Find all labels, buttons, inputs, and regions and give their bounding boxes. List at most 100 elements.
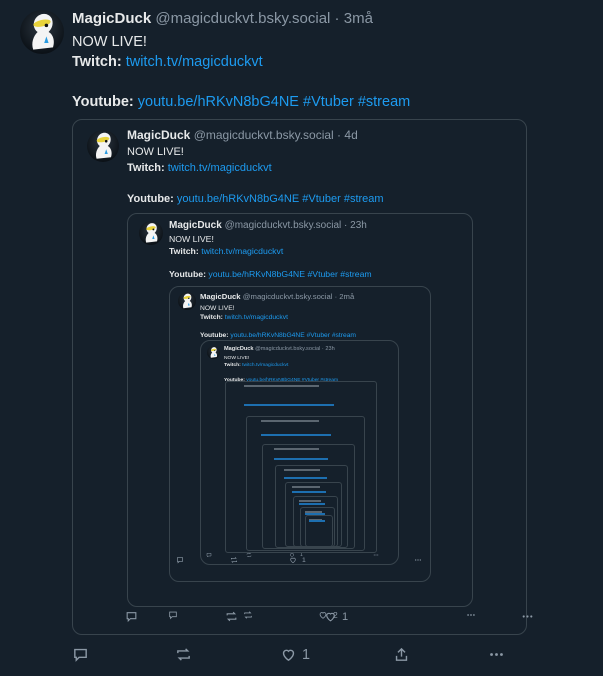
share-button[interactable] bbox=[393, 646, 410, 663]
author-handle[interactable]: @magicduckvt.bsky.social bbox=[155, 10, 330, 27]
more-options-icon bbox=[521, 610, 534, 623]
twitch-link[interactable]: twitch.tv/magicduckvt bbox=[225, 314, 288, 321]
quoted-post-level-4[interactable]: MagicDuck @magicduckvt.bsky.social · 23h… bbox=[200, 340, 399, 565]
duck-avatar-icon[interactable] bbox=[207, 346, 220, 359]
twitch-link[interactable]: twitch.tv/magicduckvt bbox=[201, 246, 283, 256]
nested-quote-link-line bbox=[273, 457, 329, 460]
like-button[interactable]: 1 bbox=[289, 556, 306, 564]
nested-quote-link-line bbox=[299, 503, 326, 506]
reply-icon bbox=[72, 646, 89, 663]
repost-icon bbox=[225, 610, 238, 623]
twitch-link[interactable]: twitch.tv/magicduckvt bbox=[126, 54, 263, 70]
like-button[interactable]: 1 bbox=[324, 610, 348, 623]
reply-button[interactable] bbox=[125, 610, 138, 623]
reply-button[interactable] bbox=[176, 556, 184, 564]
author-name[interactable]: MagicDuck bbox=[127, 128, 190, 142]
quoted-post-level-3[interactable]: MagicDuck @magicduckvt.bsky.social · 2må… bbox=[169, 286, 431, 582]
post-time[interactable]: 3må bbox=[344, 10, 373, 27]
reply-icon bbox=[125, 610, 138, 623]
hashtags[interactable]: #Vtuber #stream bbox=[307, 269, 371, 279]
twitch-line: Twitch: twitch.tv/magicduckvt bbox=[72, 52, 410, 72]
more-button[interactable] bbox=[488, 646, 505, 663]
reply-button[interactable] bbox=[206, 552, 212, 558]
twitch-link[interactable]: twitch.tv/magicduckvt bbox=[242, 363, 288, 368]
repost-icon bbox=[230, 556, 238, 564]
nested-quote-lines bbox=[273, 447, 320, 450]
repost-button[interactable] bbox=[225, 610, 238, 623]
twitch-link[interactable]: twitch.tv/magicduckvt bbox=[168, 162, 272, 174]
twitch-label: Twitch: bbox=[224, 363, 241, 369]
hashtags[interactable]: #Vtuber #stream bbox=[307, 332, 356, 339]
youtube-link[interactable]: youtu.be/hRKvN8bG4NE bbox=[208, 269, 305, 279]
nested-quote-lines bbox=[299, 499, 321, 502]
repost-button[interactable] bbox=[243, 610, 253, 620]
reply-button[interactable] bbox=[72, 646, 89, 663]
post-text: NOW LIVE! Twitch: twitch.tv/magicduckvt Y… bbox=[72, 32, 410, 112]
nested-quote-lines bbox=[292, 486, 321, 489]
twitch-label: Twitch: bbox=[127, 161, 165, 174]
repost-icon bbox=[243, 610, 253, 620]
author-name[interactable]: MagicDuck bbox=[224, 346, 254, 352]
post-time[interactable]: 23h bbox=[350, 220, 367, 231]
duck-avatar-icon[interactable] bbox=[87, 130, 119, 162]
post-time[interactable]: 2må bbox=[339, 292, 354, 301]
quoted-post-level-1[interactable]: MagicDuck @magicduckvt.bsky.social · 4d N… bbox=[72, 119, 533, 635]
nested-quote-link-line bbox=[284, 476, 327, 479]
post-time[interactable]: 23h bbox=[325, 346, 334, 352]
like-button[interactable]: 1 bbox=[280, 646, 310, 663]
nested-quote-link-line bbox=[304, 512, 325, 515]
hashtags[interactable]: #Vtuber #stream bbox=[302, 193, 383, 205]
post-header: MagicDuck @magicduckvt.bsky.social · 3må bbox=[72, 10, 373, 27]
nested-quote-preview bbox=[305, 515, 334, 548]
reply-icon bbox=[176, 556, 184, 564]
repost-button[interactable] bbox=[230, 556, 238, 564]
live-line: NOW LIVE! bbox=[127, 146, 184, 158]
main-post[interactable]: MagicDuck @magicduckvt.bsky.social · 3må… bbox=[0, 0, 603, 676]
youtube-link[interactable]: youtu.be/hRKvN8bG4NE bbox=[230, 332, 304, 339]
reply-button[interactable] bbox=[168, 610, 178, 620]
nested-quote-preview bbox=[245, 416, 365, 551]
twitch-label: Twitch: bbox=[169, 245, 199, 256]
post-header: MagicDuck @magicduckvt.bsky.social · 4d bbox=[127, 128, 358, 142]
more-button[interactable] bbox=[466, 610, 476, 620]
author-handle[interactable]: @magicduckvt.bsky.social bbox=[225, 220, 342, 231]
youtube-label: Youtube: bbox=[72, 94, 134, 110]
repost-button[interactable] bbox=[175, 646, 192, 663]
author-name[interactable]: MagicDuck bbox=[169, 220, 222, 231]
youtube-link[interactable]: youtu.be/hRKvN8bG4NE bbox=[138, 94, 299, 110]
author-name[interactable]: MagicDuck bbox=[200, 292, 241, 301]
twitch-label: Twitch: bbox=[200, 314, 223, 321]
duck-avatar-icon[interactable] bbox=[178, 292, 196, 310]
youtube-label: Youtube: bbox=[169, 268, 206, 279]
hashtags[interactable]: #Vtuber #stream bbox=[303, 94, 410, 110]
more-button[interactable] bbox=[414, 556, 422, 564]
live-line: NOW LIVE! bbox=[224, 356, 250, 361]
post-time[interactable]: 4d bbox=[344, 128, 357, 142]
more-button[interactable] bbox=[521, 610, 534, 623]
nested-quote-preview bbox=[293, 495, 339, 548]
author-handle[interactable]: @magicduckvt.bsky.social bbox=[194, 128, 334, 142]
more-options-icon bbox=[488, 646, 505, 663]
quoted-post-level-2[interactable]: MagicDuck @magicduckvt.bsky.social · 23h… bbox=[127, 213, 475, 620]
author-handle[interactable]: @magicduckvt.bsky.social bbox=[255, 346, 320, 352]
nested-quote-link-line bbox=[309, 520, 325, 523]
author-handle[interactable]: @magicduckvt.bsky.social bbox=[243, 292, 333, 301]
nested-quote-lines bbox=[260, 420, 320, 422]
youtube-line: Youtube: youtu.be/hRKvN8bG4NE #Vtuber #s… bbox=[72, 92, 410, 112]
reply-icon bbox=[206, 552, 212, 558]
author-name[interactable]: MagicDuck bbox=[72, 10, 151, 27]
more-options-icon bbox=[466, 610, 476, 620]
duck-avatar-icon[interactable] bbox=[139, 221, 163, 245]
post-text: NOW LIVE! Twitch: twitch.tv/magicduckvt Y… bbox=[200, 304, 356, 340]
more-options-icon bbox=[414, 556, 422, 564]
post-text: NOW LIVE! Twitch: twitch.tv/magicduckvt Y… bbox=[127, 145, 384, 207]
youtube-link[interactable]: youtu.be/hRKvN8bG4NE bbox=[177, 193, 299, 205]
twitch-line: Twitch: twitch.tv/magicduckvt bbox=[224, 362, 338, 369]
separator-dot: · bbox=[333, 128, 345, 142]
live-line: NOW LIVE! bbox=[72, 34, 147, 50]
duck-avatar-icon[interactable] bbox=[20, 10, 64, 54]
like-count: 1 bbox=[302, 556, 306, 564]
twitch-label: Twitch: bbox=[72, 54, 122, 70]
